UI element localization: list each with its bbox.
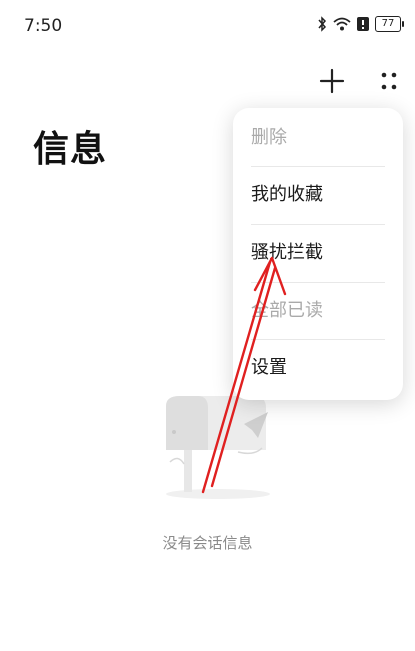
battery-icon: 77 xyxy=(375,16,404,32)
plus-icon[interactable] xyxy=(318,67,346,95)
wifi-icon xyxy=(333,17,351,31)
empty-state-text: 没有会话信息 xyxy=(162,534,253,552)
bluetooth-icon xyxy=(318,16,327,32)
overflow-menu: 删除 我的收藏 骚扰拦截 全部已读 设置 xyxy=(233,108,403,400)
page-title: 信息 xyxy=(33,129,108,170)
alert-icon xyxy=(357,17,369,31)
status-icons: 77 xyxy=(317,16,404,32)
menu-item-delete: 删除 xyxy=(251,127,287,148)
menu-item-favorites[interactable]: 我的收藏 xyxy=(251,167,385,223)
menu-item-spam-blocking[interactable]: 骚扰拦截 xyxy=(251,225,385,281)
menu-item-settings[interactable]: 设置 xyxy=(251,340,385,396)
status-time: 7:50 xyxy=(24,16,63,36)
status-bar: 7:50 77 xyxy=(0,0,415,50)
mailbox-icon xyxy=(166,396,270,499)
menu-item-mark-all-read: 全部已读 xyxy=(251,300,323,321)
more-dots-icon[interactable] xyxy=(375,67,403,95)
